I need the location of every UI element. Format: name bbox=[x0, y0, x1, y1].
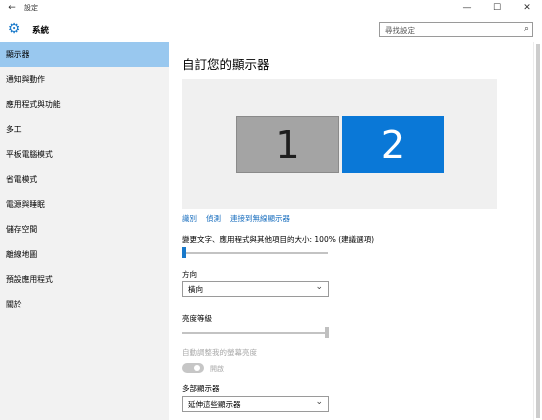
orientation-label: 方向 bbox=[182, 270, 197, 279]
maximize-button[interactable]: ☐ bbox=[482, 0, 512, 16]
sidebar-item-notifications[interactable]: 通知與動作 bbox=[0, 67, 169, 92]
orientation-value: 橫向 bbox=[188, 285, 203, 294]
brightness-slider-thumb[interactable] bbox=[325, 327, 329, 338]
monitor-1[interactable]: 1 bbox=[236, 116, 339, 173]
sidebar-item-storage[interactable]: 儲存空間 bbox=[0, 217, 169, 242]
auto-brightness-toggle[interactable] bbox=[182, 363, 204, 373]
connect-wireless-display-link[interactable]: 連接到無線顯示器 bbox=[230, 213, 290, 224]
gear-icon: ⚙ bbox=[7, 21, 21, 37]
sidebar-item-apps-features[interactable]: 應用程式與功能 bbox=[0, 92, 169, 117]
sidebar-item-offline-maps[interactable]: 離線地圖 bbox=[0, 242, 169, 267]
toggle-knob bbox=[194, 365, 200, 371]
monitor-2[interactable]: 2 bbox=[342, 116, 444, 173]
scrollbar[interactable] bbox=[533, 42, 542, 420]
search-placeholder: 尋找設定 bbox=[385, 26, 415, 35]
sidebar-item-display[interactable]: 顯示器 bbox=[0, 42, 169, 67]
sidebar-item-tablet-mode[interactable]: 平板電腦模式 bbox=[0, 142, 169, 167]
search-icon[interactable]: ⌕ bbox=[524, 24, 529, 34]
page-title: 自訂您的顯示器 bbox=[182, 57, 270, 72]
scrollbar-thumb[interactable] bbox=[536, 44, 540, 418]
chevron-down-icon: ⌄ bbox=[315, 282, 323, 292]
sidebar-item-battery-saver[interactable]: 省電模式 bbox=[0, 167, 169, 192]
identify-link[interactable]: 識別 bbox=[182, 213, 197, 224]
monitor-arrangement: 1 2 bbox=[182, 79, 497, 209]
minimize-button[interactable]: — bbox=[452, 0, 482, 16]
sidebar-item-about[interactable]: 關於 bbox=[0, 292, 169, 317]
header: ⚙ 系統 尋找設定 ⌕ bbox=[0, 16, 542, 42]
chevron-down-icon: ⌄ bbox=[315, 397, 323, 407]
sidebar: 顯示器 通知與動作 應用程式與功能 多工 平板電腦模式 省電模式 電源與睡眠 儲… bbox=[0, 42, 169, 420]
search-input[interactable]: 尋找設定 ⌕ bbox=[379, 22, 533, 37]
multiple-displays-dropdown[interactable]: 延伸這些顯示器 ⌄ bbox=[182, 396, 329, 412]
sidebar-item-multitasking[interactable]: 多工 bbox=[0, 117, 169, 142]
orientation-dropdown[interactable]: 橫向 ⌄ bbox=[182, 281, 329, 297]
close-button[interactable]: ✕ bbox=[512, 0, 542, 16]
multiple-displays-label: 多部顯示器 bbox=[182, 384, 220, 393]
detect-link[interactable]: 偵測 bbox=[206, 213, 221, 224]
title-bar: ← 設定 — ☐ ✕ bbox=[0, 0, 542, 16]
window-title: 設定 bbox=[24, 4, 38, 12]
scale-label: 變更文字、應用程式與其他項目的大小: 100% (建議選項) bbox=[182, 235, 375, 244]
auto-brightness-state: 開啟 bbox=[210, 365, 224, 373]
sidebar-item-default-apps[interactable]: 預設應用程式 bbox=[0, 267, 169, 292]
brightness-slider-track[interactable] bbox=[182, 332, 328, 334]
sidebar-item-power-sleep[interactable]: 電源與睡眠 bbox=[0, 192, 169, 217]
main-content: 自訂您的顯示器 1 2 識別 偵測 連接到無線顯示器 變更文字、應用程式與其他項… bbox=[169, 42, 533, 420]
back-icon[interactable]: ← bbox=[0, 0, 24, 16]
brightness-label: 亮度等級 bbox=[182, 314, 212, 323]
scale-slider-thumb[interactable] bbox=[182, 247, 186, 258]
scale-slider-track[interactable] bbox=[182, 252, 328, 254]
multiple-displays-value: 延伸這些顯示器 bbox=[188, 400, 241, 409]
app-name: 系統 bbox=[32, 26, 50, 36]
display-links: 識別 偵測 連接到無線顯示器 bbox=[182, 213, 290, 224]
auto-brightness-label: 自動調整我的螢幕亮度 bbox=[182, 348, 257, 357]
